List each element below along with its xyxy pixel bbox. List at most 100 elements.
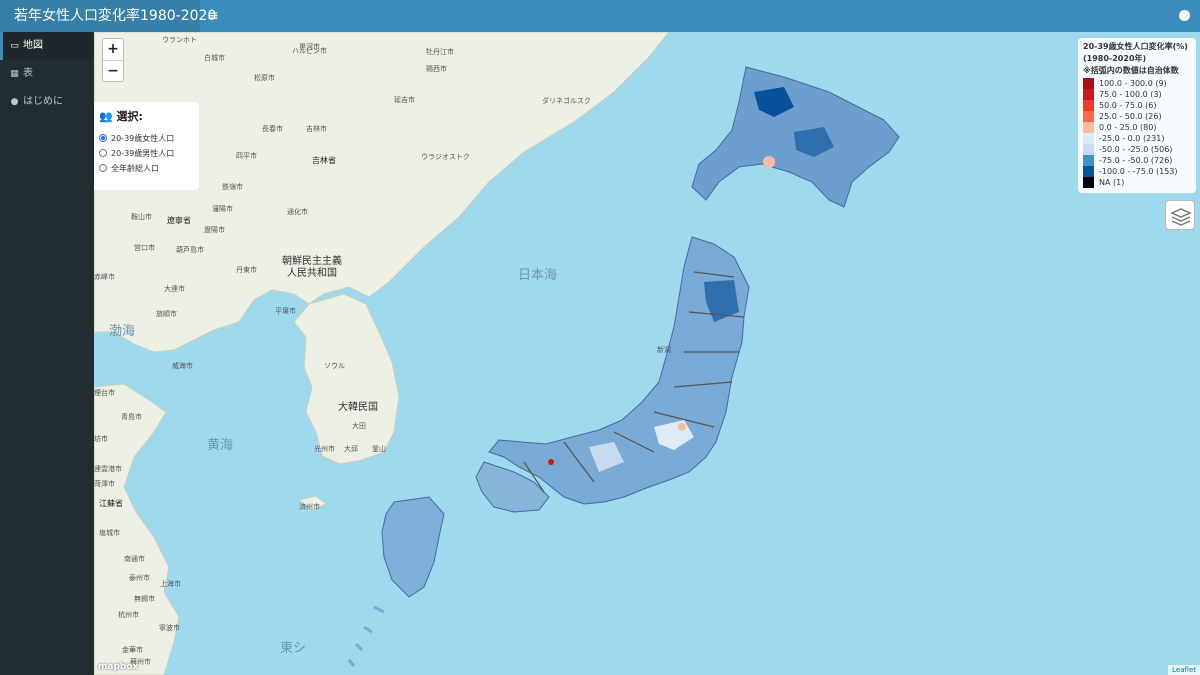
map-label: 丹東市	[236, 266, 257, 274]
legend-item: 75.0 - 100.0 (3)	[1083, 89, 1191, 100]
legend-item: 25.0 - 50.0 (26)	[1083, 111, 1191, 122]
mainland-china-russia	[94, 32, 670, 353]
map-label: 葫芦島市	[176, 246, 204, 254]
map-label: ハルビン市	[292, 47, 327, 55]
sidebar-item-map[interactable]: ▭ 地図	[0, 32, 94, 60]
sidebar-item-label: 表	[23, 68, 33, 79]
sidebar-item-intro[interactable]: ● はじめに	[0, 88, 94, 116]
map-label: ウランホト	[162, 36, 197, 44]
radio-icon[interactable]	[99, 149, 107, 157]
radio-option-label: 20-39歳男性人口	[111, 149, 175, 158]
radio-icon[interactable]	[99, 164, 107, 172]
map-label: 松原市	[254, 74, 275, 82]
sapporo-growth-area	[763, 156, 775, 168]
map-label: 吉林省	[312, 156, 336, 165]
map-label: 連雲港市	[94, 465, 122, 473]
map-label: 坊市	[94, 435, 108, 443]
map-label: 泰州市	[129, 574, 150, 582]
github-icon[interactable]	[1179, 10, 1190, 21]
map-label: 瀋陽市	[212, 205, 233, 213]
map-label: 牡丹江市	[426, 48, 454, 56]
info-icon: ●	[10, 97, 19, 107]
basemap	[94, 32, 900, 675]
legend-label: -75.0 - -50.0 (726)	[1099, 156, 1173, 165]
legend: 20-39歳女性人口変化率(%) (1980-2020年) ※括弧内の数値は自治…	[1078, 38, 1196, 193]
layers-icon	[1170, 208, 1192, 226]
tokyo-growth-area	[678, 423, 686, 431]
legend-label: 25.0 - 50.0 (26)	[1099, 112, 1162, 121]
map-label-north-korea: 朝鮮民主主義 人民共和国	[282, 256, 342, 279]
map-label: ソウル	[324, 362, 345, 370]
map-label: 平壌市	[275, 307, 296, 315]
ryukyu-islands	[347, 605, 385, 667]
map-label: 光州市	[314, 445, 335, 453]
map-label: 大邱	[344, 445, 358, 453]
zoom-control: + −	[102, 38, 124, 82]
radio-option-label: 全年齢総人口	[111, 164, 159, 173]
radio-icon-checked[interactable]	[99, 134, 107, 142]
map-label: 営口市	[134, 244, 155, 252]
map-label-yellow-sea: 黄海	[207, 438, 234, 453]
map-label-sea-of-japan: 日本海	[518, 268, 558, 283]
sidebar-item-label: はじめに	[23, 96, 63, 107]
map-label: 煙台市	[94, 389, 115, 397]
map-label: 威海市	[172, 362, 193, 370]
legend-title-1: 20-39歳女性人口変化率(%)	[1083, 42, 1188, 51]
zoom-out-button[interactable]: −	[103, 60, 123, 81]
attribution-link[interactable]: Leaflet	[1168, 665, 1200, 675]
mapbox-logo[interactable]: mapbox	[98, 662, 138, 672]
map-label: 青島市	[121, 413, 142, 421]
kyushu	[381, 496, 445, 598]
radio-option-label: 20-39歳女性人口	[111, 134, 175, 143]
legend-item: -100.0 - -75.0 (153)	[1083, 166, 1191, 177]
map-label-bohai: 渤海	[109, 324, 136, 339]
legend-item: -75.0 - -50.0 (726)	[1083, 155, 1191, 166]
map-label: 鞍山市	[131, 213, 152, 221]
map-view[interactable]: ウランホト 黒河市 ハルビン市 牡丹江市 鶏西市 白城市 松原市 長春市 吉林市…	[94, 32, 1200, 675]
map-label: ウラジオストク	[421, 153, 470, 161]
sidebar: ▭ 地図 ▦ 表 ● はじめに	[0, 32, 94, 675]
sidebar-item-table[interactable]: ▦ 表	[0, 60, 94, 88]
legend-label: -100.0 - -75.0 (153)	[1099, 167, 1178, 176]
map-label: 吉林市	[306, 125, 327, 133]
map-label: 遼陽市	[204, 226, 225, 234]
map-label: 鶏西市	[426, 65, 447, 73]
legend-item: -25.0 - 0.0 (231)	[1083, 133, 1191, 144]
layers-button[interactable]	[1165, 200, 1195, 230]
legend-title-2: (1980-2020年)	[1083, 54, 1147, 63]
radio-option-male[interactable]: 20-39歳男性人口	[99, 146, 194, 161]
legend-label: -25.0 - 0.0 (231)	[1099, 134, 1165, 143]
radio-option-female[interactable]: 20-39歳女性人口	[99, 131, 194, 146]
map-label: 杭州市	[118, 611, 139, 619]
map-label: 寧波市	[159, 624, 180, 632]
legend-label: 75.0 - 100.0 (3)	[1099, 90, 1162, 99]
legend-rows: 100.0 - 300.0 (9) 75.0 - 100.0 (3) 50.0 - …	[1083, 78, 1191, 188]
map-label: 釜山	[372, 445, 386, 453]
radio-option-total[interactable]: 全年齢総人口	[99, 161, 194, 176]
selector-title-label: 選択:	[116, 110, 143, 123]
legend-label: 50.0 - 75.0 (6)	[1099, 101, 1157, 110]
legend-swatch	[1083, 89, 1094, 100]
app-title[interactable]: 若年女性人口変化率1980-2020	[0, 0, 216, 32]
legend-swatch	[1083, 144, 1094, 155]
map-label: 済州市	[299, 503, 320, 511]
map-label-south-korea: 大韓民国	[338, 402, 378, 413]
map-label-east-china-sea: 東シ	[280, 641, 307, 656]
legend-swatch	[1083, 177, 1094, 188]
korean-peninsula	[293, 293, 400, 465]
map-label: 通化市	[287, 208, 308, 216]
hamburger-icon[interactable]: ≡	[207, 6, 219, 26]
map-label: 菏澤市	[94, 480, 115, 488]
map-label: 塩城市	[99, 529, 120, 537]
legend-item: 0.0 - 25.0 (80)	[1083, 122, 1191, 133]
selector-title: 👥 選択:	[99, 108, 194, 124]
legend-swatch	[1083, 111, 1094, 122]
app-header: 若年女性人口変化率1980-2020 ≡	[0, 0, 1200, 32]
map-label: 鉄嶺市	[222, 183, 243, 191]
map-label: 南通市	[124, 555, 145, 563]
map-label: 遼寧省	[167, 216, 191, 225]
legend-label: 100.0 - 300.0 (9)	[1099, 79, 1167, 88]
legend-item: NA (1)	[1083, 177, 1191, 188]
table-icon: ▦	[10, 69, 19, 79]
zoom-in-button[interactable]: +	[103, 39, 123, 60]
